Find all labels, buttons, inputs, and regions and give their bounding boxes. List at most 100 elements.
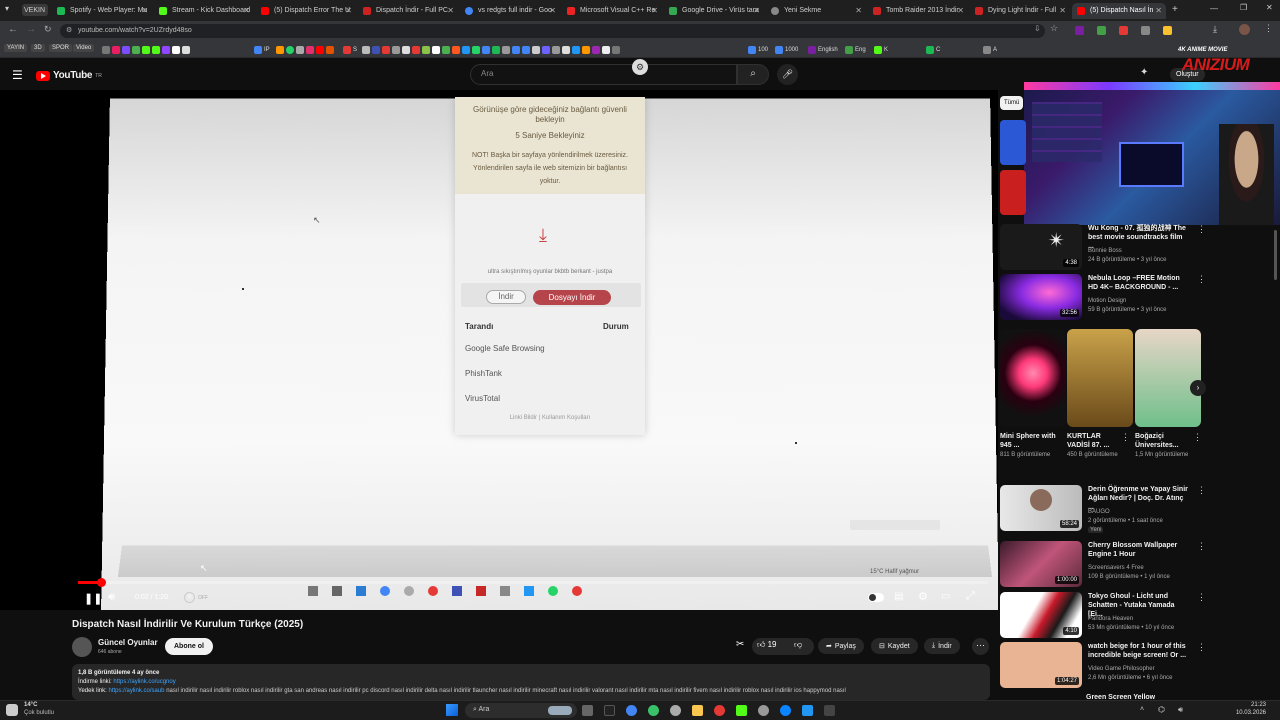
site-info-icon[interactable]: ⚙ [66,26,72,34]
file-explorer-icon[interactable] [692,705,703,716]
close-icon[interactable]: ✕ [141,6,148,15]
close-icon[interactable]: ✕ [957,6,964,15]
recommendation-card[interactable]: 1:04:27 watch beige for 1 hour of this i… [1000,642,1206,690]
app-icon[interactable] [802,705,813,716]
recommendation-card[interactable]: 58:24 Derin Öğrenme ve Yapay Sinir Ağlar… [1000,485,1206,533]
tab-kick[interactable]: Stream - Kick Dashboard ✕ [154,3,254,19]
minimize-icon[interactable]: — [1210,4,1218,13]
video-player[interactable]: ↖ Görünüşe göre gideceğiniz bağlantı güv… [0,90,998,610]
dosyayi-indir-button[interactable]: Dosyayı İndir [533,290,611,305]
popup-footer-links[interactable]: Linki Bildir | Kullanım Koşulları [455,415,645,421]
hamburger-menu-icon[interactable]: ☰ [12,68,23,82]
channel-name[interactable]: Screensavers 4 Free [1088,564,1198,573]
reload-icon[interactable]: ↻ [44,24,52,35]
tab-search-icon[interactable]: ▾ [2,4,16,20]
pause-button[interactable]: ❚❚ [84,592,102,605]
volume-icon[interactable]: 🔊︎ [1178,705,1183,715]
more-options-icon[interactable]: ⋮ [1197,224,1206,235]
short-thumbnail[interactable] [1000,329,1066,427]
short-title[interactable]: Boğaziçi Üniversites... [1135,432,1191,450]
save-button[interactable]: ⊟ Kaydet [871,638,918,654]
short-thumbnail[interactable] [1067,329,1133,427]
close-icon[interactable]: ✕ [549,6,556,15]
close-icon[interactable]: ✕ [1155,6,1162,15]
autoplay-toggle[interactable] [868,593,884,602]
video-thumbnail[interactable]: 1:04:27 [1000,642,1082,688]
bookmark-1000[interactable]: 1000 [775,45,798,54]
bookmark-icons-group-1[interactable] [102,45,190,54]
network-icon[interactable]: ⌬ [1158,705,1165,714]
recommendation-card[interactable]: 32:56 Nebula Loop –FREE Motion HD 4K– BA… [1000,274,1206,322]
tab-youtube-error[interactable]: (5) Dispatch Error The U ✕ [256,3,356,19]
install-icon[interactable]: ⇩ [1034,24,1041,33]
channel-name[interactable]: Bonnie Boss [1088,247,1198,256]
more-actions-icon[interactable]: ⋯ [972,638,989,655]
chrome-icon[interactable] [626,705,637,716]
dislike-button[interactable]: 👎︎ [794,640,802,650]
bookmark-star-icon[interactable]: ☆ [1050,23,1058,34]
bookmark-folder-spor[interactable]: SPOR [49,44,73,52]
short-thumbnail[interactable] [1135,329,1201,427]
progress-scrubber[interactable] [96,578,106,587]
back-icon[interactable]: ← [8,24,18,35]
clock-date[interactable]: 10.03.2026 [1216,710,1266,716]
recommendation-card[interactable]: 4:10 Tokyo Ghoul - Licht und Schatten - … [1000,592,1206,640]
subtitles-icon[interactable]: ▤ [894,591,903,602]
subscribe-button[interactable]: Abone ol [165,638,213,655]
youtube-logo[interactable]: YouTube TR [36,70,102,81]
partial-thumbnail[interactable] [1000,170,1026,215]
bookmark-english[interactable]: English [808,45,838,54]
maximize-icon[interactable]: ❐ [1240,3,1247,12]
backup-link[interactable]: https://aylink.co/saub [108,688,164,694]
tab-google-search[interactable]: vs redgts full indir - Goo ✕ [460,3,560,19]
bookmark-eng[interactable]: Eng [845,45,866,54]
clock-time[interactable]: 21:23 [1226,702,1266,708]
bookmark-s[interactable]: S [343,45,357,54]
kick-icon[interactable] [736,705,747,716]
search-button[interactable]: ⌕ [737,64,769,85]
bookmark-folder-video[interactable]: Video [73,44,95,52]
more-options-icon[interactable]: ⋮ [1197,592,1206,603]
miniplayer-icon[interactable]: ▭ [941,591,950,602]
tab-dispatch-youtube-active[interactable]: (5) Dispatch Nasıl İn ✕ [1072,3,1166,19]
bookmark-100[interactable]: 100 [748,45,768,54]
channel-name[interactable]: Motion Design [1088,297,1198,306]
more-options-icon[interactable]: ⋮ [1197,642,1206,653]
tab-tomb-raider[interactable]: Tomb Raider 2013 İndir ✕ [868,3,968,19]
channel-avatar[interactable] [72,637,92,657]
voice-search-icon[interactable]: 🎤︎ [777,64,798,85]
video-thumbnail[interactable]: 32:56 [1000,274,1082,320]
recommendation-card[interactable]: ✴ 4:38 Wu Kong - 07. 孤独的战神 The best movie… [1000,224,1206,272]
task-view-icon[interactable] [582,705,593,716]
recommendation-card[interactable]: 1:00:00 Cherry Blossom Wallpaper Engine … [1000,541,1206,589]
video-thumbnail[interactable]: 4:10 [1000,592,1082,638]
channel-name[interactable]: Güncel Oyunlar [98,638,158,647]
forward-icon[interactable]: → [26,24,36,35]
app-icon[interactable] [670,705,681,716]
bookmark-a[interactable]: A [983,45,997,54]
description-box[interactable]: 1,8 B görüntüleme 4 ay önce İndirme link… [72,664,990,700]
chapter-icon[interactable]: ≡ [184,592,195,603]
chip-all[interactable]: Tümü [1000,96,1024,110]
short-title[interactable]: Mini Sphere with 945 ... [1000,432,1062,450]
close-icon[interactable]: ✕ [447,6,454,15]
close-icon[interactable]: ✕ [753,6,760,15]
close-icon[interactable]: ✕ [651,6,658,15]
more-options-icon[interactable]: ⋮ [1193,432,1202,443]
app-icon[interactable] [714,705,725,716]
video-title[interactable]: Cherry Blossom Wallpaper Engine 1 Hour [1088,541,1190,559]
bookmark-folder-3d[interactable]: 3D [31,44,45,52]
tab-group-vekin[interactable]: VEKIN [22,4,48,16]
bookmark-icons-group-3[interactable] [362,45,620,54]
windows-start-icon[interactable] [446,704,458,716]
extension-icon[interactable] [1163,26,1172,35]
close-icon[interactable]: ✕ [345,6,352,15]
bookmark-k[interactable]: K [874,45,888,54]
extension-icon[interactable] [1097,26,1106,35]
video-thumbnail[interactable]: 1:00:00 [1000,541,1082,587]
bookmark-c[interactable]: C [926,45,940,54]
profile-avatar[interactable] [1239,24,1250,35]
app-icon[interactable] [648,705,659,716]
indir-button[interactable]: İndir [486,290,526,304]
close-icon[interactable]: ✕ [243,6,250,15]
